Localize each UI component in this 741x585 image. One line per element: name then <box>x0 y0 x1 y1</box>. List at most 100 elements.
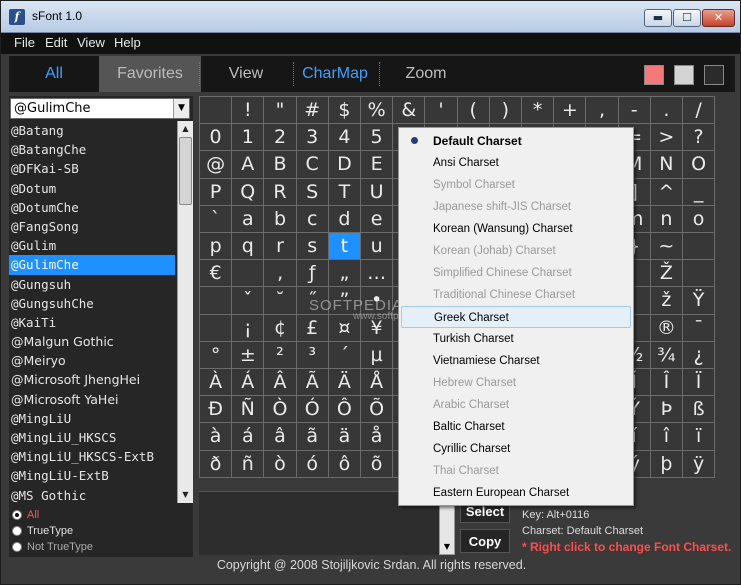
char-cell[interactable]: ‚ <box>263 259 297 288</box>
char-cell[interactable]: ´ <box>327 340 361 369</box>
char-cell[interactable]: D <box>327 150 361 179</box>
char-cell[interactable]: a <box>231 204 265 233</box>
char-cell[interactable]: ? <box>682 123 716 152</box>
char-cell[interactable]: e <box>360 204 394 233</box>
charset-menu-item[interactable]: Thai Charset <box>401 460 631 482</box>
tab-view[interactable]: View <box>201 56 291 92</box>
font-list-item[interactable]: @GulimChe <box>9 255 175 275</box>
font-list-item[interactable]: @MS Gothic <box>9 486 175 503</box>
char-cell[interactable]: ¡ <box>231 313 265 342</box>
char-cell[interactable]: ® <box>649 313 683 342</box>
char-cell[interactable]: u <box>360 232 394 261</box>
font-list-item[interactable]: @MingLiU_HKSCS <box>9 428 175 447</box>
char-cell[interactable]: b <box>263 204 297 233</box>
char-cell[interactable]: S <box>295 177 329 206</box>
char-cell[interactable]: î <box>649 422 683 451</box>
char-cell[interactable]: R <box>263 177 297 206</box>
char-cell[interactable]: 5 <box>360 123 394 152</box>
char-cell[interactable]: „ <box>327 259 361 288</box>
maximize-button[interactable]: ☐ <box>673 9 701 27</box>
charset-menu-item[interactable]: Korean (Johab) Charset <box>401 240 631 262</box>
char-cell[interactable]: ô <box>327 449 361 478</box>
char-cell[interactable]: @ <box>199 150 233 179</box>
preview-scrollbar[interactable]: ▼ <box>439 501 455 555</box>
char-cell[interactable]: c <box>295 204 329 233</box>
char-cell[interactable]: 2 <box>263 123 297 152</box>
char-cell[interactable]: d <box>327 204 361 233</box>
char-cell[interactable]: ¯ <box>682 313 716 342</box>
scroll-down-icon[interactable]: ▼ <box>178 487 193 503</box>
char-cell[interactable]: þ <box>649 449 683 478</box>
char-cell[interactable]: n <box>649 204 683 233</box>
char-cell[interactable]: ) <box>488 96 522 125</box>
font-list-item[interactable]: @Meiryo <box>9 351 175 370</box>
font-list-item[interactable]: @Microsoft YaHei <box>9 390 175 409</box>
char-cell[interactable]: á <box>231 422 265 451</box>
charset-menu-item[interactable]: Korean (Wansung) Charset <box>401 218 631 240</box>
tab-charmap[interactable]: CharMap <box>291 56 379 92</box>
char-cell[interactable]: £ <box>295 313 329 342</box>
char-cell[interactable]: 1 <box>231 123 265 152</box>
color-swatch-dark[interactable] <box>704 65 724 85</box>
font-list-item[interactable]: @Malgun Gothic <box>9 332 175 351</box>
font-list-item[interactable]: @FangSong <box>9 217 175 236</box>
char-cell[interactable]: ( <box>456 96 490 125</box>
charset-menu-item[interactable]: Cyrillic Charset <box>401 438 631 460</box>
char-cell[interactable]: ³ <box>295 340 329 369</box>
char-cell[interactable]: ã <box>295 422 329 451</box>
char-cell[interactable]: ¢ <box>263 313 297 342</box>
charset-menu-item[interactable]: Traditional Chinese Charset <box>401 284 631 306</box>
char-cell[interactable]: ÿ <box>682 449 716 478</box>
minimize-button[interactable]: ▬ <box>644 9 672 27</box>
charset-menu-item[interactable]: Eastern European Charset <box>401 482 631 504</box>
charset-menu-item[interactable]: Simplified Chinese Charset <box>401 262 631 284</box>
font-list-item[interactable]: @GungsuhChe <box>9 294 175 313</box>
char-cell[interactable]: o <box>682 204 716 233</box>
chevron-down-icon[interactable]: ▼ <box>173 99 189 118</box>
char-cell[interactable]: p <box>199 232 233 261</box>
char-cell[interactable]: ñ <box>231 449 265 478</box>
char-cell[interactable]: O <box>682 150 716 179</box>
char-cell[interactable]: Ž <box>649 259 683 288</box>
char-cell[interactable]: Ä <box>327 368 361 397</box>
char-cell[interactable]: ^ <box>649 177 683 206</box>
tab-all[interactable]: All <box>9 56 99 92</box>
char-cell[interactable]: + <box>553 96 587 125</box>
tab-zoom[interactable]: Zoom <box>381 56 471 92</box>
char-cell[interactable]: õ <box>360 449 394 478</box>
char-cell[interactable]: ˘ <box>263 286 297 315</box>
menu-view[interactable]: View <box>77 35 105 50</box>
char-cell[interactable]: % <box>360 96 394 125</box>
char-cell[interactable]: > <box>649 123 683 152</box>
charset-menu-item[interactable]: Symbol Charset <box>401 174 631 196</box>
color-swatch-red[interactable] <box>644 65 664 85</box>
char-cell[interactable]: " <box>263 96 297 125</box>
charset-menu-item[interactable]: Greek Charset <box>401 306 631 328</box>
menu-edit[interactable]: Edit <box>45 35 67 50</box>
char-cell[interactable]: ¿ <box>682 340 716 369</box>
char-cell[interactable]: Ã <box>295 368 329 397</box>
char-cell[interactable]: ° <box>199 340 233 369</box>
char-cell[interactable]: T <box>327 177 361 206</box>
char-cell[interactable]: ä <box>327 422 361 451</box>
char-cell[interactable]: â <box>263 422 297 451</box>
font-list-item[interactable]: @BatangChe <box>9 140 175 159</box>
tab-favorites[interactable]: Favorites <box>99 56 201 92</box>
char-cell[interactable]: ~ <box>649 232 683 261</box>
font-list-item[interactable]: @MingLiU_HKSCS-ExtB <box>9 447 175 466</box>
font-list-item[interactable]: @Gungsuh <box>9 275 175 294</box>
font-list-item[interactable]: @MingLiU-ExtB <box>9 466 175 485</box>
char-cell[interactable]: Ó <box>295 395 329 424</box>
char-cell[interactable]: Î <box>649 368 683 397</box>
char-cell[interactable]: , <box>585 96 619 125</box>
char-cell[interactable]: & <box>392 96 426 125</box>
char-cell[interactable]: Þ <box>649 395 683 424</box>
char-cell[interactable]: . <box>649 96 683 125</box>
char-cell[interactable]: Ñ <box>231 395 265 424</box>
char-cell[interactable]: $ <box>327 96 361 125</box>
char-cell[interactable]: Q <box>231 177 265 206</box>
char-cell[interactable]: 3 <box>295 123 329 152</box>
charset-menu-item[interactable]: Baltic Charset <box>401 416 631 438</box>
char-cell[interactable]: … <box>360 259 394 288</box>
char-cell[interactable]: Ÿ <box>682 286 716 315</box>
